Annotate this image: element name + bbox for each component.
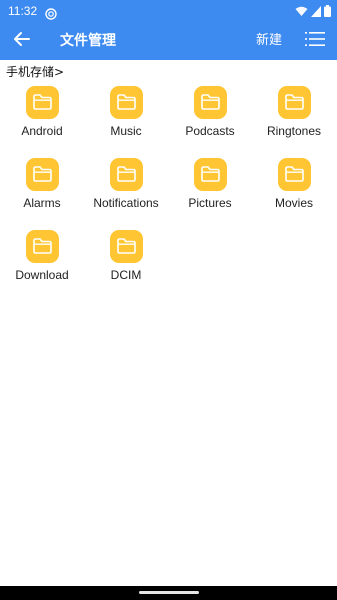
system-nav-bar	[0, 586, 337, 600]
signal-icon	[311, 5, 321, 17]
folder-item[interactable]: Download	[0, 230, 84, 294]
folder-label: Pictures	[188, 196, 232, 210]
folder-item[interactable]: DCIM	[84, 230, 168, 294]
menu-lines-icon	[305, 31, 325, 51]
app-bar: 文件管理 新建	[0, 22, 337, 60]
folder-item[interactable]: Alarms	[0, 158, 84, 222]
screen: 11:32 文件管理 新建 手机存储> Android Music Podcas…	[0, 0, 337, 600]
folder-icon	[26, 158, 59, 191]
folder-icon	[110, 158, 143, 191]
folder-icon	[278, 158, 311, 191]
folder-icon	[26, 86, 59, 119]
folder-icon	[194, 86, 227, 119]
folder-item[interactable]: Pictures	[168, 158, 252, 222]
new-button[interactable]: 新建	[256, 31, 282, 51]
folder-label: Podcasts	[185, 124, 235, 138]
page-title: 文件管理	[60, 33, 116, 49]
folder-label: Download	[15, 268, 69, 282]
folder-item[interactable]: Music	[84, 86, 168, 150]
folder-icon	[110, 86, 143, 119]
folder-label: Ringtones	[266, 124, 322, 138]
menu-button[interactable]	[302, 29, 328, 53]
folder-label: Android	[21, 124, 63, 138]
status-icons	[295, 4, 331, 18]
folder-icon	[194, 158, 227, 191]
folder-icon	[110, 230, 143, 263]
folder-label: Notifications	[93, 196, 159, 210]
folder-label: Music	[110, 124, 142, 138]
back-button[interactable]	[8, 27, 36, 55]
folder-icon	[278, 86, 311, 119]
arrow-left-icon	[13, 31, 31, 51]
folder-item[interactable]: Movies	[252, 158, 336, 222]
folder-icon	[26, 230, 59, 263]
wifi-icon	[295, 6, 308, 17]
folder-item[interactable]: Ringtones	[252, 86, 336, 150]
status-time: 11:32	[8, 4, 38, 18]
status-bar: 11:32	[0, 0, 337, 22]
breadcrumb[interactable]: 手机存储>	[6, 64, 64, 80]
home-indicator[interactable]	[139, 591, 199, 594]
sync-icon	[45, 5, 57, 20]
folder-item[interactable]: Android	[0, 86, 84, 150]
battery-icon	[324, 5, 331, 17]
folder-item[interactable]: Notifications	[84, 158, 168, 222]
folder-label: DCIM	[110, 268, 142, 282]
folder-label: Alarms	[23, 196, 61, 210]
folder-label: Movies	[274, 196, 313, 210]
folder-item[interactable]: Podcasts	[168, 86, 252, 150]
